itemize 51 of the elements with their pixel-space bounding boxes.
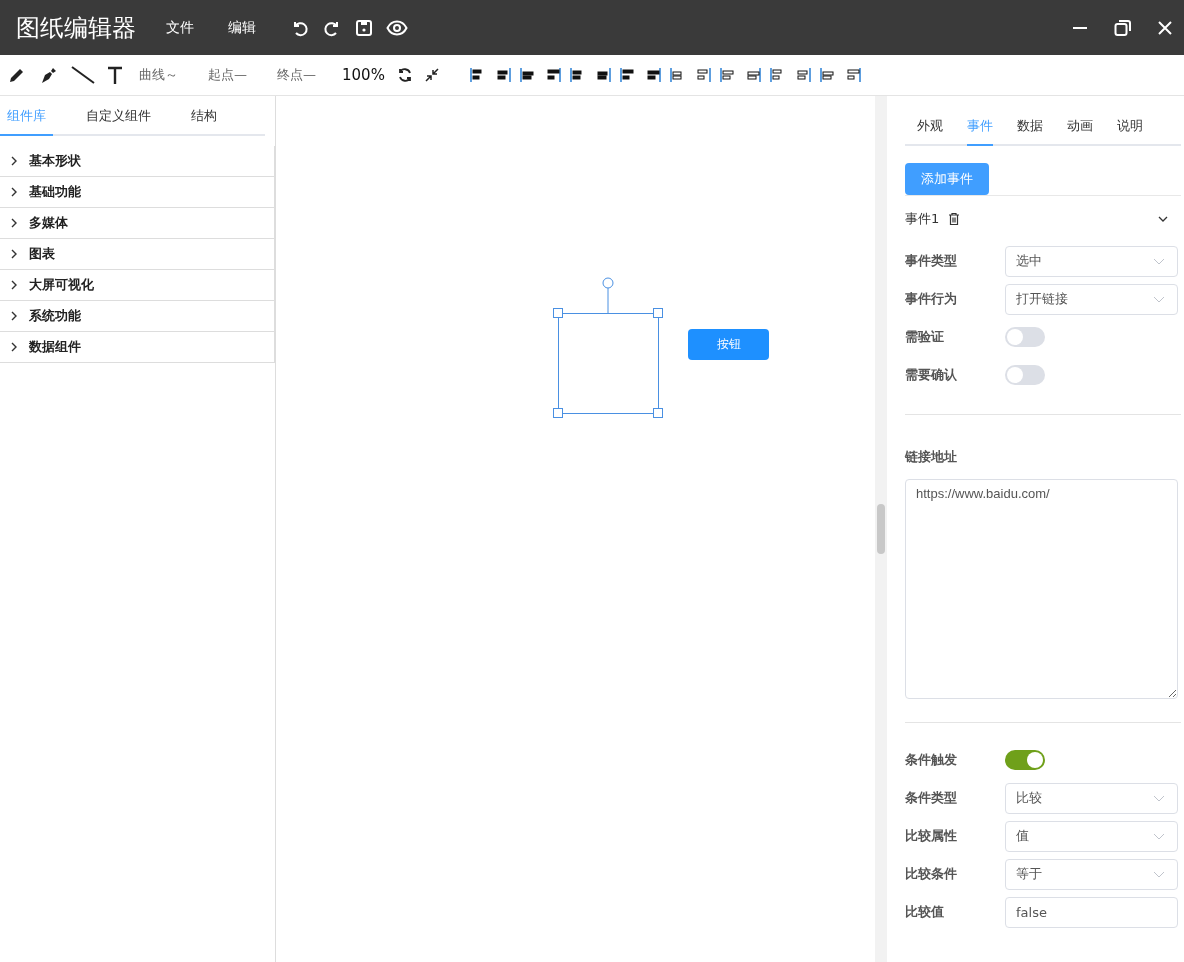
select-field[interactable]: 值 <box>1005 820 1178 852</box>
panel-tab[interactable]: 结构 <box>184 107 224 136</box>
panel-tab[interactable]: 动画 <box>1067 117 1093 146</box>
field-label: 事件类型 <box>905 252 958 270</box>
field-label: 事件行为 <box>905 290 958 308</box>
select-field[interactable]: 比较 <box>1005 782 1178 814</box>
field-label: 比较值 <box>905 903 945 921</box>
field-label: 需验证 <box>905 328 945 346</box>
panel-tab[interactable]: 外观 <box>917 117 943 146</box>
component-group[interactable]: 基本形状 <box>0 146 274 177</box>
event-title: 事件1 <box>905 210 940 228</box>
zoom-level[interactable]: 100% <box>342 66 385 84</box>
close-icon[interactable] <box>1158 20 1172 35</box>
toggle-switch[interactable] <box>1005 365 1045 385</box>
shrink-icon[interactable] <box>424 68 439 82</box>
panel-tab[interactable]: 说明 <box>1117 117 1143 146</box>
panel-tab[interactable]: 数据 <box>1017 117 1043 146</box>
trash-icon[interactable] <box>947 212 962 226</box>
component-group[interactable]: 多媒体 <box>0 208 274 239</box>
component-group[interactable]: 数据组件 <box>0 332 274 363</box>
start-marker-dropdown[interactable]: 起点— <box>208 66 247 84</box>
select-field[interactable]: 打开链接 <box>1005 283 1178 315</box>
resize-handle[interactable] <box>877 504 885 554</box>
component-group[interactable]: 图表 <box>0 239 274 270</box>
input-field[interactable]: false <box>1005 896 1178 928</box>
field-label: 链接地址 <box>905 448 958 466</box>
line-icon[interactable] <box>71 65 95 85</box>
panel-tab[interactable]: 自定义组件 <box>79 107 158 136</box>
pen-nib-icon[interactable] <box>39 65 59 85</box>
field-label: 条件类型 <box>905 789 958 807</box>
component-group[interactable]: 大屏可视化 <box>0 270 274 301</box>
save-icon[interactable] <box>354 17 374 38</box>
component-group[interactable]: 系统功能 <box>0 301 274 332</box>
field-label: 需要确认 <box>905 366 958 384</box>
menu-item[interactable]: 编辑 <box>228 18 256 37</box>
refresh-icon[interactable] <box>396 67 413 83</box>
field-label: 比较条件 <box>905 865 958 883</box>
menu-item[interactable]: 文件 <box>166 18 194 37</box>
toggle-switch[interactable] <box>1005 750 1045 770</box>
toggle-switch[interactable] <box>1005 327 1045 347</box>
end-marker-dropdown[interactable]: 终点— <box>277 66 316 84</box>
component-group[interactable]: 基础功能 <box>0 177 274 208</box>
select-field[interactable]: 选中 <box>1005 245 1178 277</box>
field-label: 条件触发 <box>905 751 958 769</box>
curve-style-dropdown[interactable]: 曲线～ <box>139 66 178 84</box>
select-field[interactable]: 等于 <box>1005 858 1178 890</box>
restore-icon[interactable] <box>1114 18 1132 37</box>
app-title: 图纸编辑器 <box>16 12 136 44</box>
field-label: 比较属性 <box>905 827 958 845</box>
text-icon[interactable] <box>107 66 123 84</box>
link-textarea[interactable]: https://www.baidu.com/ <box>905 479 1178 699</box>
